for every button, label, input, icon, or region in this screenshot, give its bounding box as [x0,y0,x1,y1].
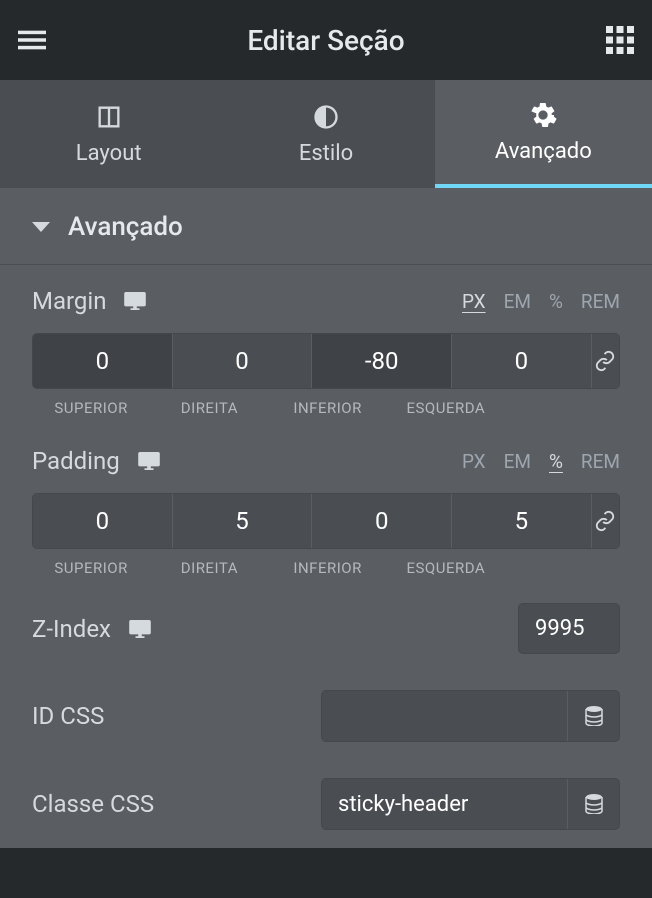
content-area: Avançado Margin PX EM % REM SUPERI [0,188,652,848]
padding-left-input[interactable] [452,494,592,548]
padding-top-input[interactable] [33,494,173,548]
margin-control: Margin PX EM % REM SUPERIOR DIREITA INFE… [0,265,652,425]
margin-left-sublabel: ESQUERDA [387,399,505,417]
panel-header: Editar Seção [0,0,652,80]
caret-down-icon [32,222,50,232]
idcss-row: ID CSS [0,672,652,760]
columns-icon [95,103,123,131]
panel-title: Editar Seção [247,24,404,57]
padding-inputs [32,493,620,549]
margin-right-sublabel: DIREITA [150,399,268,417]
margin-inputs [32,333,620,389]
unit-rem[interactable]: REM [581,450,620,473]
padding-link-toggle[interactable] [592,494,619,548]
section-title: Avançado [68,212,183,242]
unit-pct[interactable]: % [549,450,563,473]
classecss-input[interactable] [322,779,567,829]
desktop-icon[interactable] [138,452,160,470]
margin-bottom-sublabel: INFERIOR [269,399,387,417]
padding-right-input[interactable] [173,494,313,548]
tabs: Layout Estilo Avançado [0,80,652,188]
unit-em[interactable]: EM [504,450,531,473]
unit-em[interactable]: EM [504,290,531,313]
classecss-row: Classe CSS [0,760,652,848]
margin-label: Margin [32,287,106,315]
unit-px[interactable]: PX [462,290,486,313]
database-icon [585,706,603,726]
padding-left-sublabel: ESQUERDA [387,559,505,577]
padding-control: Padding PX EM % REM SUPERIOR DIREITA INF… [0,425,652,585]
database-icon [585,794,603,814]
margin-top-input[interactable] [33,334,173,388]
link-icon [594,510,616,532]
margin-link-toggle[interactable] [592,334,619,388]
unit-px[interactable]: PX [462,450,486,473]
zindex-row: Z-Index [0,585,652,672]
zindex-input[interactable] [518,603,620,654]
padding-bottom-sublabel: INFERIOR [269,559,387,577]
contrast-icon [312,103,340,131]
classecss-dynamic-button[interactable] [567,779,619,829]
tab-label: Avançado [495,139,592,164]
apps-icon[interactable] [606,26,634,54]
padding-bottom-input[interactable] [312,494,452,548]
unit-pct[interactable]: % [549,290,563,313]
tab-advanced[interactable]: Avançado [435,80,652,188]
desktop-icon[interactable] [124,292,146,310]
padding-label: Padding [32,447,120,475]
margin-top-sublabel: SUPERIOR [32,399,150,417]
section-header-advanced[interactable]: Avançado [0,188,652,265]
desktop-icon[interactable] [129,620,151,638]
link-icon [594,350,616,372]
classecss-label: Classe CSS [32,790,154,818]
tab-style[interactable]: Estilo [217,80,434,188]
margin-units: PX EM % REM [462,290,620,313]
tab-label: Layout [76,141,142,166]
padding-right-sublabel: DIREITA [150,559,268,577]
zindex-label: Z-Index [32,615,111,643]
tab-label: Estilo [299,141,353,166]
padding-top-sublabel: SUPERIOR [32,559,150,577]
footer-gap [0,848,652,868]
margin-left-input[interactable] [452,334,592,388]
menu-icon[interactable] [18,26,46,54]
idcss-dynamic-button[interactable] [567,691,619,741]
idcss-label: ID CSS [32,702,104,730]
tab-layout[interactable]: Layout [0,80,217,188]
unit-rem[interactable]: REM [581,290,620,313]
idcss-input[interactable] [322,691,567,741]
gear-icon [529,101,557,129]
margin-bottom-input[interactable] [312,334,452,388]
margin-right-input[interactable] [173,334,313,388]
padding-units: PX EM % REM [462,450,620,473]
